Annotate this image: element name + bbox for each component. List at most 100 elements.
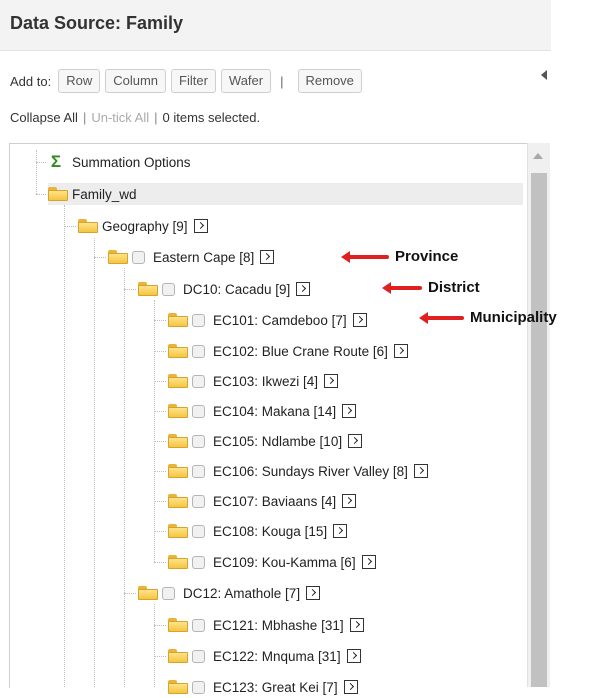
tree-item-label: Eastern Cape [8] — [153, 249, 255, 265]
tree-item-municipality[interactable]: EC123: Great Kei [7] — [168, 676, 358, 698]
checkbox-icon[interactable] — [192, 344, 205, 358]
tree-item-geography[interactable]: Geography [9] — [78, 215, 208, 237]
tree-item-label: Summation Options — [72, 154, 191, 170]
tree-item-label: EC104: Makana [14] — [213, 403, 337, 419]
expand-icon[interactable] — [324, 374, 339, 388]
untick-all-link[interactable]: Un-tick All — [91, 110, 149, 125]
expand-icon[interactable] — [349, 618, 364, 632]
tree-item-municipality[interactable]: EC122: Mnquma [31] — [168, 645, 361, 667]
expand-icon[interactable] — [352, 313, 367, 327]
tree-item-municipality[interactable]: EC108: Kouga [15] — [168, 520, 348, 542]
items-selected-count: 0 items selected. — [162, 110, 261, 125]
page-title: Data Source: Family — [10, 13, 184, 33]
expand-icon[interactable] — [306, 586, 321, 600]
folder-icon — [168, 649, 188, 663]
tree-item-label: DC10: Cacadu [9] — [183, 281, 291, 297]
collapse-all-link[interactable]: Collapse All — [10, 110, 78, 125]
province-annotation: Province — [341, 248, 458, 265]
tree-guide — [154, 441, 166, 442]
expand-icon[interactable] — [343, 680, 358, 694]
arrow-left-icon — [341, 250, 389, 263]
checkbox-icon[interactable] — [192, 680, 205, 694]
tree-item-municipality[interactable]: EC104: Makana [14] — [168, 400, 357, 422]
column-button[interactable]: Column — [105, 69, 167, 93]
expand-icon[interactable] — [333, 524, 348, 538]
checkbox-icon[interactable] — [162, 282, 175, 296]
folder-icon — [168, 464, 188, 478]
checkbox-icon[interactable] — [192, 313, 205, 327]
tree-item-municipality[interactable]: EC102: Blue Crane Route [6] — [168, 340, 408, 362]
tree-item-municipality[interactable]: EC107: Baviaans [4] — [168, 490, 357, 512]
tree-scrollbar[interactable] — [527, 143, 550, 687]
tree-item-label: EC109: Kou-Kamma [6] — [213, 554, 356, 570]
scrollbar-thumb[interactable] — [531, 173, 547, 687]
tree-item-label: EC122: Mnquma [31] — [213, 648, 341, 664]
expand-icon[interactable] — [393, 344, 408, 358]
expand-icon[interactable] — [342, 494, 357, 508]
expand-icon[interactable] — [413, 464, 428, 478]
annotation-label: District — [428, 279, 480, 296]
tree-item-label: EC108: Kouga [15] — [213, 523, 328, 539]
folder-icon — [168, 344, 188, 358]
tree-item-municipality[interactable]: EC109: Kou-Kamma [6] — [168, 551, 376, 573]
tree-item-municipality[interactable]: EC106: Sundays River Valley [8] — [168, 460, 428, 482]
tree-guide — [154, 351, 166, 352]
expand-icon[interactable] — [361, 555, 376, 569]
links-pipe: | — [154, 110, 158, 125]
folder-icon — [168, 434, 188, 448]
row-button[interactable]: Row — [58, 69, 101, 93]
checkbox-icon[interactable] — [192, 374, 205, 388]
checkbox-icon[interactable] — [192, 555, 205, 569]
tree-guide — [94, 238, 95, 687]
tree-item-municipality[interactable]: EC101: Camdeboo [7] — [168, 309, 367, 331]
panel-header: Data Source: Family — [0, 0, 551, 51]
tree-item-summation[interactable]: Σ Summation Options — [48, 151, 191, 173]
wafer-button[interactable]: Wafer — [220, 69, 272, 93]
checkbox-icon[interactable] — [192, 434, 205, 448]
checkbox-icon[interactable] — [192, 618, 205, 632]
checkbox-icon[interactable] — [192, 524, 205, 538]
checkbox-icon[interactable] — [192, 404, 205, 418]
tree-guide — [154, 320, 166, 321]
expand-icon[interactable] — [346, 649, 361, 663]
tree-item-municipality[interactable]: EC121: Mbhashe [31] — [168, 614, 364, 636]
tree-guide — [124, 593, 136, 594]
checkbox-icon[interactable] — [192, 464, 205, 478]
tree-item-label: EC105: Ndlambe [10] — [213, 433, 343, 449]
tree-item-dc10[interactable]: DC10: Cacadu [9] — [138, 278, 311, 300]
tree-item-root[interactable]: Family_wd — [48, 183, 523, 205]
links-pipe: | — [82, 110, 87, 125]
folder-icon — [48, 187, 68, 201]
tree-item-municipality[interactable]: EC103: Ikwezi [4] — [168, 370, 339, 392]
remove-button[interactable]: Remove — [297, 69, 362, 93]
expand-icon[interactable] — [296, 282, 311, 296]
folder-icon — [168, 555, 188, 569]
checkbox-icon[interactable] — [132, 250, 145, 264]
filter-button[interactable]: Filter — [171, 69, 216, 93]
tree-item-municipality[interactable]: EC105: Ndlambe [10] — [168, 430, 363, 452]
municipality-annotation: Municipality — [419, 309, 557, 326]
folder-icon — [168, 404, 188, 418]
scroll-up-icon[interactable] — [533, 153, 543, 159]
tree-item-label: Geography [9] — [102, 218, 188, 234]
tree-item-label: EC107: Baviaans [4] — [213, 493, 337, 509]
folder-icon — [168, 374, 188, 388]
folder-icon — [168, 618, 188, 632]
expand-icon[interactable] — [193, 219, 208, 233]
toolbar-separator: | — [280, 73, 284, 89]
checkbox-icon[interactable] — [192, 649, 205, 663]
sigma-icon: Σ — [50, 152, 62, 171]
arrow-left-icon[interactable] — [541, 70, 547, 80]
folder-icon — [138, 282, 158, 296]
add-to-toolbar: Add to: Row Column Filter Wafer | Remove — [10, 68, 362, 94]
tree-guide — [36, 162, 46, 163]
checkbox-icon[interactable] — [162, 586, 175, 600]
expand-icon[interactable] — [260, 250, 275, 264]
checkbox-icon[interactable] — [192, 494, 205, 508]
expand-icon[interactable] — [342, 404, 357, 418]
expand-icon[interactable] — [348, 434, 363, 448]
tree-guide — [154, 471, 166, 472]
tree-item-eastern-cape[interactable]: Eastern Cape [8] — [108, 246, 275, 268]
tree-guide — [154, 625, 166, 626]
tree-item-dc12[interactable]: DC12: Amathole [7] — [138, 582, 321, 604]
